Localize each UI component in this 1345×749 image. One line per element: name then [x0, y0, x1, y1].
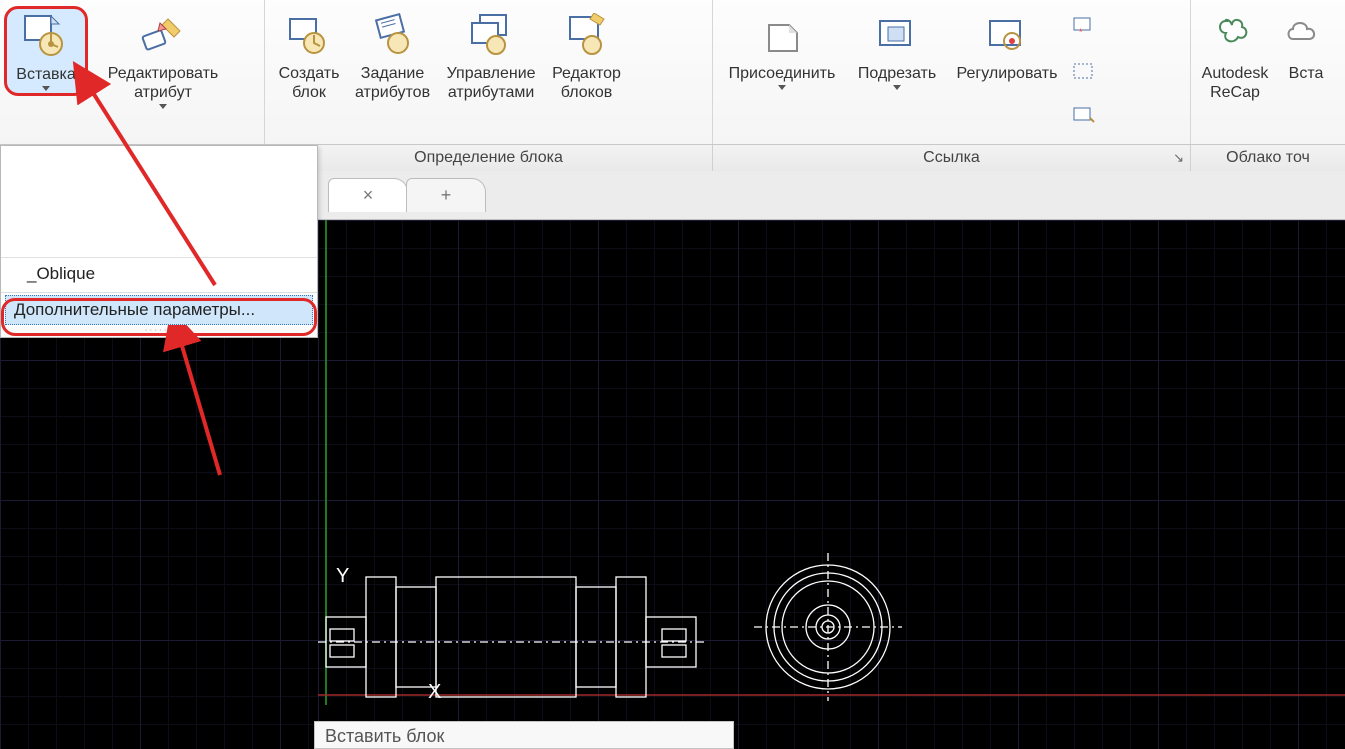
- create-block-label: Создать блок: [279, 64, 340, 102]
- ribbon-group-reference: Присоединить Подрезать Регулировать *: [713, 0, 1191, 144]
- insert-button[interactable]: Вставка: [4, 6, 88, 96]
- recap-button[interactable]: Autodesk ReCap: [1195, 6, 1275, 106]
- adjust-label: Регулировать: [957, 64, 1058, 83]
- clip-icon: [872, 10, 922, 60]
- adjust-button[interactable]: Регулировать: [947, 6, 1067, 87]
- attach-label: Присоединить: [729, 64, 836, 83]
- block-editor-icon: [562, 10, 612, 60]
- dropdown-separator: [1, 292, 317, 293]
- define-attributes-button[interactable]: Задание атрибутов: [349, 6, 436, 106]
- tooltip-title: Вставить блок: [325, 726, 444, 746]
- block-editor-button[interactable]: Редактор блоков: [546, 6, 627, 106]
- panel-label-text: Облако точ: [1226, 149, 1310, 167]
- underlay-layers-icon[interactable]: *: [1069, 12, 1099, 42]
- panel-label-pointcloud[interactable]: Облако точ: [1191, 145, 1345, 171]
- block-editor-label: Редактор блоков: [552, 64, 621, 102]
- create-block-icon: [284, 10, 334, 60]
- dropdown-preview-area: [1, 146, 317, 258]
- tab-close[interactable]: ×: [328, 178, 408, 212]
- gear-drawing: [748, 547, 908, 707]
- insert-cloud-label: Вста: [1289, 64, 1324, 83]
- insert-label: Вставка: [16, 65, 75, 84]
- dropdown-item-oblique[interactable]: _Oblique: [1, 258, 317, 290]
- panel-label-text: Ссылка: [923, 149, 980, 167]
- edit-attribute-label: Редактировать атрибут: [108, 64, 219, 102]
- panel-label-reference[interactable]: Ссылка ↘: [713, 145, 1191, 171]
- manage-attributes-icon: [466, 10, 516, 60]
- chevron-down-icon: [778, 85, 786, 90]
- recap-label: Autodesk ReCap: [1202, 64, 1269, 102]
- dropdown-resize-grip[interactable]: ::::::: [1, 327, 317, 337]
- insert-block-icon: [21, 11, 71, 61]
- plus-icon: +: [441, 185, 452, 206]
- panel-label-block-definition[interactable]: Определение блока: [265, 145, 713, 171]
- dropdown-item-label: Дополнительные параметры...: [14, 300, 255, 319]
- cloud-icon: [1281, 10, 1331, 60]
- define-attributes-label: Задание атрибутов: [355, 64, 430, 102]
- tab-new[interactable]: +: [406, 178, 486, 212]
- snap-underlay-icon[interactable]: [1069, 100, 1099, 130]
- panel-expand-icon[interactable]: ↘: [1173, 150, 1184, 166]
- panel-label-text: Определение блока: [414, 149, 563, 167]
- xref-frames-icon[interactable]: [1069, 56, 1099, 86]
- recap-icon: [1210, 10, 1260, 60]
- ribbon-group-block-definition: Создать блок Задание атрибутов Управлени…: [265, 0, 713, 144]
- ribbon-group-block: Вставка Редактировать атрибут: [0, 0, 265, 144]
- chevron-down-icon: [893, 85, 901, 90]
- document-tab-strip: × +: [318, 170, 1345, 220]
- attach-button[interactable]: Присоединить: [717, 6, 847, 94]
- insert-dropdown-panel: _Oblique Дополнительные параметры... :::…: [0, 145, 318, 338]
- clip-label: Подрезать: [858, 64, 936, 83]
- ribbon-toolbar: Вставка Редактировать атрибут Создать бл…: [0, 0, 1345, 145]
- edit-attribute-button[interactable]: Редактировать атрибут: [88, 6, 238, 113]
- create-block-button[interactable]: Создать блок: [269, 6, 349, 106]
- define-attributes-icon: [368, 10, 418, 60]
- attach-icon: [757, 10, 807, 60]
- svg-text:*: *: [1079, 27, 1083, 37]
- manage-attributes-label: Управление атрибутами: [447, 64, 536, 102]
- edit-attribute-icon: [138, 10, 188, 60]
- drawing-canvas[interactable]: Y X: [318, 220, 1345, 749]
- dropdown-item-label: _Oblique: [27, 264, 95, 283]
- tooltip-insert-block: Вставить блок: [314, 721, 734, 749]
- insert-cloud-button[interactable]: Вста: [1275, 6, 1337, 87]
- chevron-down-icon: [42, 86, 50, 91]
- chevron-down-icon: [159, 104, 167, 109]
- adjust-icon: [982, 10, 1032, 60]
- ribbon-group-pointcloud: Autodesk ReCap Вста: [1191, 0, 1345, 144]
- reference-side-tools: *: [1067, 6, 1105, 136]
- clip-button[interactable]: Подрезать: [847, 6, 947, 94]
- manage-attributes-button[interactable]: Управление атрибутами: [436, 6, 546, 106]
- dropdown-item-more-params[interactable]: Дополнительные параметры...: [5, 295, 313, 325]
- close-icon: ×: [363, 185, 374, 206]
